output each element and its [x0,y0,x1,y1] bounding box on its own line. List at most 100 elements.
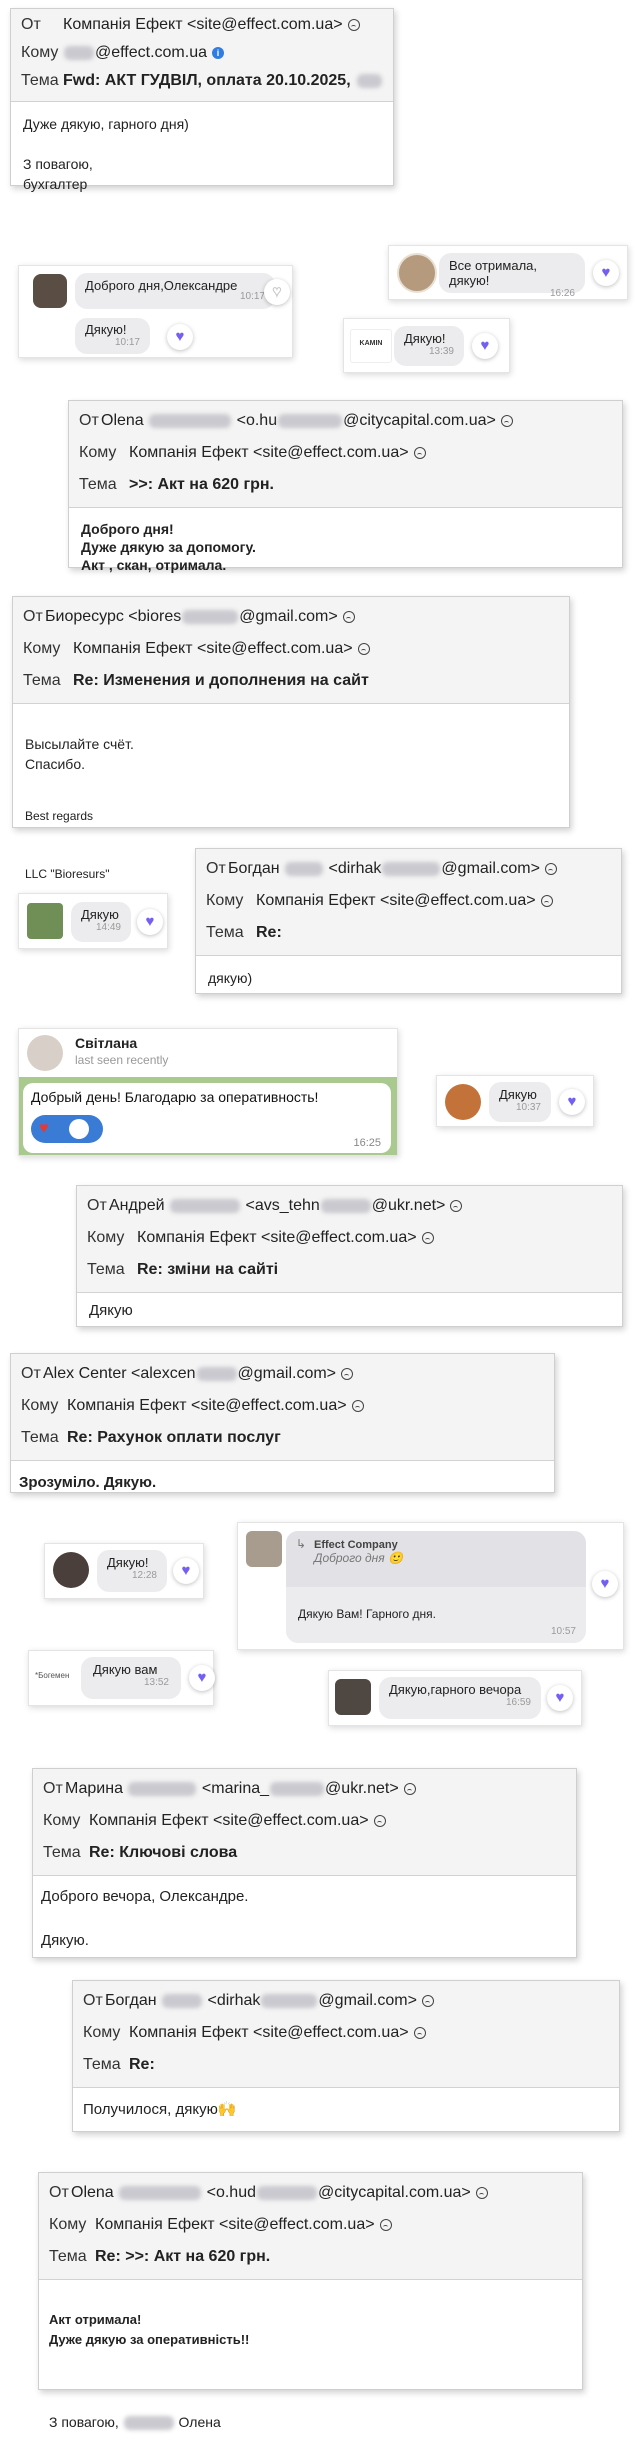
to-value[interactable]: Компанія Ефект <site@effect.com.ua> [89,1812,369,1830]
heart-reaction-icon[interactable] [547,1685,573,1711]
to-value[interactable]: @effect.com.ua [95,44,207,62]
message-text: Добрый день! Благодарю за оперативность! [31,1089,319,1105]
from-label: От [206,860,226,877]
to-label: Кому [83,2024,121,2041]
reply-text: Доброго дня 🙂 [314,1551,403,1565]
email-signature: З повагою, Олена [49,2414,221,2431]
redacted-text [170,1198,241,1213]
heart-reaction-icon[interactable] [559,1089,585,1115]
sad-face-icon [341,1368,354,1380]
heart-reaction-icon[interactable] [472,333,498,359]
sad-face-icon [421,1232,434,1244]
subject-value: Re: Рахунок оплати послуг [67,1429,281,1446]
redacted-text [128,1781,197,1796]
avatar [33,274,67,308]
message-bubble: Дякую,гарного вечора 16:59 [379,1677,541,1719]
message-bubble: Дякую 14:49 [71,902,131,942]
subject-label: Тема [23,672,61,689]
email-body: Зрозуміло. Дякую. [19,1474,157,1491]
redacted-text [320,1198,371,1213]
from-label: От [23,608,43,625]
to-value[interactable]: Компанія Ефект <site@effect.com.ua> [129,444,409,462]
subject-value: Re: Ключові слова [89,1844,238,1861]
from-value[interactable]: Богдан <dirhak @gmail.com> [105,1992,417,2010]
heart-icon: ♥ [39,1120,49,1137]
from-value[interactable]: Компанія Ефект <site@effect.com.ua> [63,16,343,34]
from-value[interactable]: Alex Center <alexcen @gmail.com> [43,1365,336,1383]
message-text: Дякую! [107,1555,149,1570]
contact-status: last seen recently [75,1053,169,1067]
from-value[interactable]: Olena <o.hu @citycapital.com.ua> [101,412,496,430]
from-value[interactable]: Биоресурс <biores @gmail.com> [45,608,338,626]
avatar [335,1679,371,1715]
subject-label: Тема [49,2248,87,2265]
message-text: Дякую! [404,331,446,346]
from-label: От [21,1365,41,1382]
heart-reaction-icon[interactable] [137,909,163,935]
subject-label: Тема [206,924,244,941]
chat-card: Дякую 10:37 [436,1075,594,1127]
from-value[interactable]: Андрей <avs_tehn @ukr.net> [109,1197,445,1215]
info-icon: i [212,47,224,59]
redacted-text [285,861,324,876]
heart-reaction-icon[interactable] [592,1571,618,1597]
heart-reaction-icon[interactable] [264,279,290,305]
redacted-text [382,861,441,876]
to-value[interactable]: Компанія Ефект <site@effect.com.ua> [73,640,353,658]
chat-card: Доброго дня,Олександре 10:17 Дякую! 10:1… [18,265,293,358]
message-bubble: ↳ Effect Company Доброго дня 🙂 Дякую Вам… [286,1531,586,1643]
sad-face-icon [342,611,355,623]
email-card: От Alex Center <alexcen @gmail.com> Кому … [10,1353,555,1493]
to-value[interactable]: Компанія Ефект <site@effect.com.ua> [137,1229,417,1247]
sad-face-icon [373,1815,386,1827]
sad-face-icon [379,2219,392,2231]
avatar [69,1119,89,1139]
heart-reaction-icon[interactable] [593,260,619,286]
redacted-text [182,609,239,624]
chat-card: Все отримала, дякую! 16:26 [388,245,628,300]
message-text: Дякую! [85,322,127,337]
telegram-chat-card: Світлана last seen recently Добрый день!… [18,1028,398,1156]
subject-value: Re: Изменения и дополнения на сайт [73,672,369,689]
chat-header: Світлана last seen recently [19,1029,397,1078]
reply-arrow-icon: ↳ [296,1537,307,1551]
email-body: Доброго дня! Дуже дякую за допомогу. Акт… [81,521,256,573]
redacted-text [119,2185,202,2200]
message-bubble: Дякую вам 13:52 [81,1657,181,1699]
message-text: Дякую Вам! Гарного дня. [298,1607,436,1621]
voice-reaction[interactable]: ♥ [31,1115,103,1143]
avatar [246,1531,282,1567]
chat-card: Дякую,гарного вечора 16:59 [328,1670,582,1726]
avatar-label: *Богемен [35,1671,70,1680]
sad-face-icon [544,863,557,875]
subject-label: Тема [21,72,59,89]
from-value[interactable]: Olena <o.hud @citycapital.com.ua> [71,2184,471,2202]
to-value[interactable]: Компанія Ефект <site@effect.com.ua> [129,2024,409,2042]
sad-face-icon [475,2187,488,2199]
email-card: От Olena <o.hu @citycapital.com.ua> Кому … [68,400,623,573]
to-value[interactable]: Компанія Ефект <site@effect.com.ua> [95,2216,375,2234]
to-value[interactable]: Компанія Ефект <site@effect.com.ua> [256,892,536,910]
chat-card: Дякую! 12:28 [44,1543,204,1599]
message-bubble: Дякую! 10:17 [75,318,150,354]
heart-reaction-icon[interactable] [173,1558,199,1584]
message-time: 16:25 [353,1137,381,1149]
from-value[interactable]: Марина <marina_ @ukr.net> [65,1780,399,1798]
from-label: От [49,2184,69,2201]
avatar [53,1552,89,1588]
email-card: От Биоресурс <biores @gmail.com> Кому Ком… [12,596,570,881]
message-time: 14:49 [95,922,121,933]
message-time: 13:52 [143,1677,169,1688]
heart-reaction-icon[interactable] [167,324,193,350]
subject-label: Тема [43,1844,81,1861]
heart-reaction-icon[interactable] [189,1665,215,1691]
redacted-text [261,1993,318,2008]
message-bubble: Дякую! 12:28 [97,1550,167,1592]
message-time: 13:39 [428,346,454,357]
from-value[interactable]: Богдан <dirhak @gmail.com> [228,860,540,878]
email-card: От Olena <o.hud @citycapital.com.ua> Кому… [38,2172,583,2431]
to-value[interactable]: Компанія Ефект <site@effect.com.ua> [67,1397,347,1415]
contact-name: Світлана [75,1035,138,1051]
to-label: Кому [23,640,61,657]
chat-card: *Богемен Дякую вам 13:52 [28,1650,215,1706]
